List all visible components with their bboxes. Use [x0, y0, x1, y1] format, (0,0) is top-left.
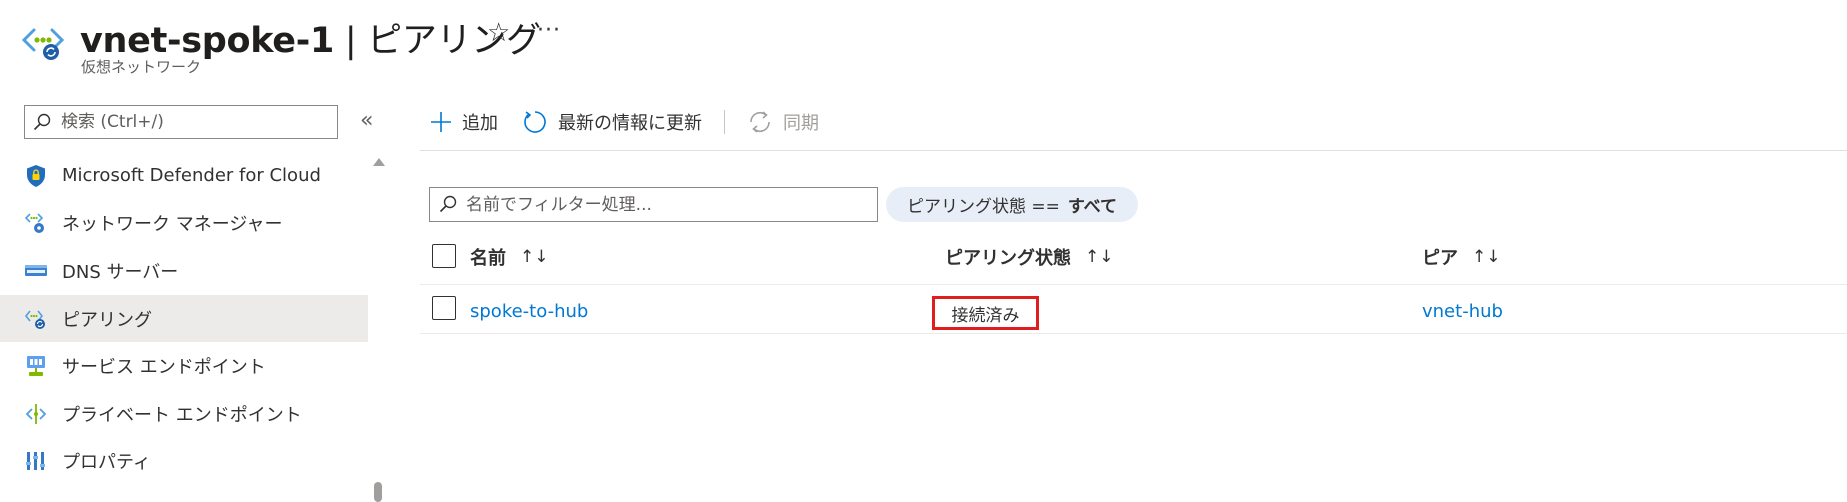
search-icon — [33, 113, 51, 131]
sync-button[interactable]: 同期 — [747, 109, 819, 135]
add-button[interactable]: 追加 — [430, 109, 498, 135]
properties-icon — [26, 452, 45, 471]
page-subtitle: 仮想ネットワーク — [81, 58, 202, 76]
sort-icon[interactable]: ↑↓ — [1085, 247, 1114, 267]
command-bar: 追加 最新の情報に更新 同期 — [430, 104, 819, 140]
peering-status-cell: 接続済み — [932, 296, 1039, 330]
table-row-divider — [420, 333, 1847, 334]
peer-vnet-link[interactable]: vnet-hub — [1422, 301, 1503, 322]
network-manager-icon — [24, 213, 44, 234]
sync-button-label: 同期 — [783, 113, 819, 134]
select-all-checkbox[interactable] — [432, 244, 456, 268]
sidebar-item-label: プロパティ — [62, 452, 151, 474]
sidebar-item-label: ネットワーク マネージャー — [62, 214, 283, 236]
sidebar-item-label: ピアリング — [62, 309, 152, 331]
row-checkbox[interactable] — [432, 296, 456, 320]
filter-pill-value: すべて — [1067, 197, 1118, 217]
sync-icon — [750, 111, 770, 133]
sidebar-scroll-up-arrow[interactable] — [373, 158, 385, 166]
more-options-icon[interactable]: ··· — [537, 18, 561, 43]
column-header-peering-state[interactable]: ピアリング状態 ↑↓ — [945, 244, 1114, 270]
sort-icon[interactable]: ↑↓ — [1472, 247, 1501, 267]
refresh-button[interactable]: 最新の情報に更新 — [522, 109, 702, 135]
sidebar-search-input[interactable] — [61, 106, 331, 138]
sidebar-item-label: サービス エンドポイント — [62, 357, 266, 379]
column-header-peer[interactable]: ピア ↑↓ — [1422, 244, 1501, 270]
sidebar-item-dns-servers[interactable]: DNS サーバー — [0, 247, 368, 295]
sidebar-item-network-manager[interactable]: ネットワーク マネージャー — [0, 200, 368, 248]
sidebar-nav: Microsoft Defender for Cloud ネットワーク マネージ… — [0, 152, 368, 485]
sidebar-item-label: プライベート エンドポイント — [62, 404, 302, 426]
peering-icon — [24, 310, 45, 329]
sidebar-item-defender[interactable]: Microsoft Defender for Cloud — [0, 152, 368, 200]
search-icon — [439, 195, 457, 213]
toolbar-separator — [724, 110, 725, 134]
sidebar-item-label: DNS サーバー — [62, 261, 179, 283]
sidebar-item-properties[interactable]: プロパティ — [0, 438, 368, 486]
toolbar-divider — [420, 150, 1847, 151]
favorite-star-icon[interactable]: ☆ — [487, 18, 510, 48]
sidebar-item-peering[interactable]: ピアリング — [0, 294, 368, 343]
dns-server-icon — [25, 264, 47, 276]
table-header-divider — [420, 284, 1847, 285]
plus-icon — [431, 112, 451, 132]
sidebar-item-private-endpoints[interactable]: プライベート エンドポイント — [0, 390, 368, 438]
add-button-label: 追加 — [462, 113, 498, 134]
refresh-icon — [524, 111, 546, 133]
sidebar-scrollbar-thumb[interactable] — [374, 482, 382, 502]
sort-icon[interactable]: ↑↓ — [520, 247, 549, 267]
defender-shield-icon — [27, 164, 45, 187]
private-endpoint-icon — [25, 403, 47, 424]
sidebar-search-box[interactable] — [24, 105, 338, 139]
name-filter-box[interactable] — [429, 187, 878, 222]
column-header-name[interactable]: 名前 ↑↓ — [470, 244, 549, 270]
sidebar-item-label: Microsoft Defender for Cloud — [62, 165, 321, 187]
collapse-sidebar-icon[interactable]: « — [360, 108, 373, 133]
filter-pill-prefix: ピアリング状態 == — [906, 197, 1060, 217]
peering-state-filter-pill[interactable]: ピアリング状態 == すべて — [886, 187, 1138, 222]
peering-name-link[interactable]: spoke-to-hub — [470, 301, 588, 322]
service-endpoint-icon — [27, 356, 45, 377]
sidebar-item-service-endpoints[interactable]: サービス エンドポイント — [0, 342, 368, 390]
virtual-network-icon — [22, 28, 64, 60]
refresh-button-label: 最新の情報に更新 — [558, 113, 702, 134]
name-filter-input[interactable] — [466, 188, 866, 221]
